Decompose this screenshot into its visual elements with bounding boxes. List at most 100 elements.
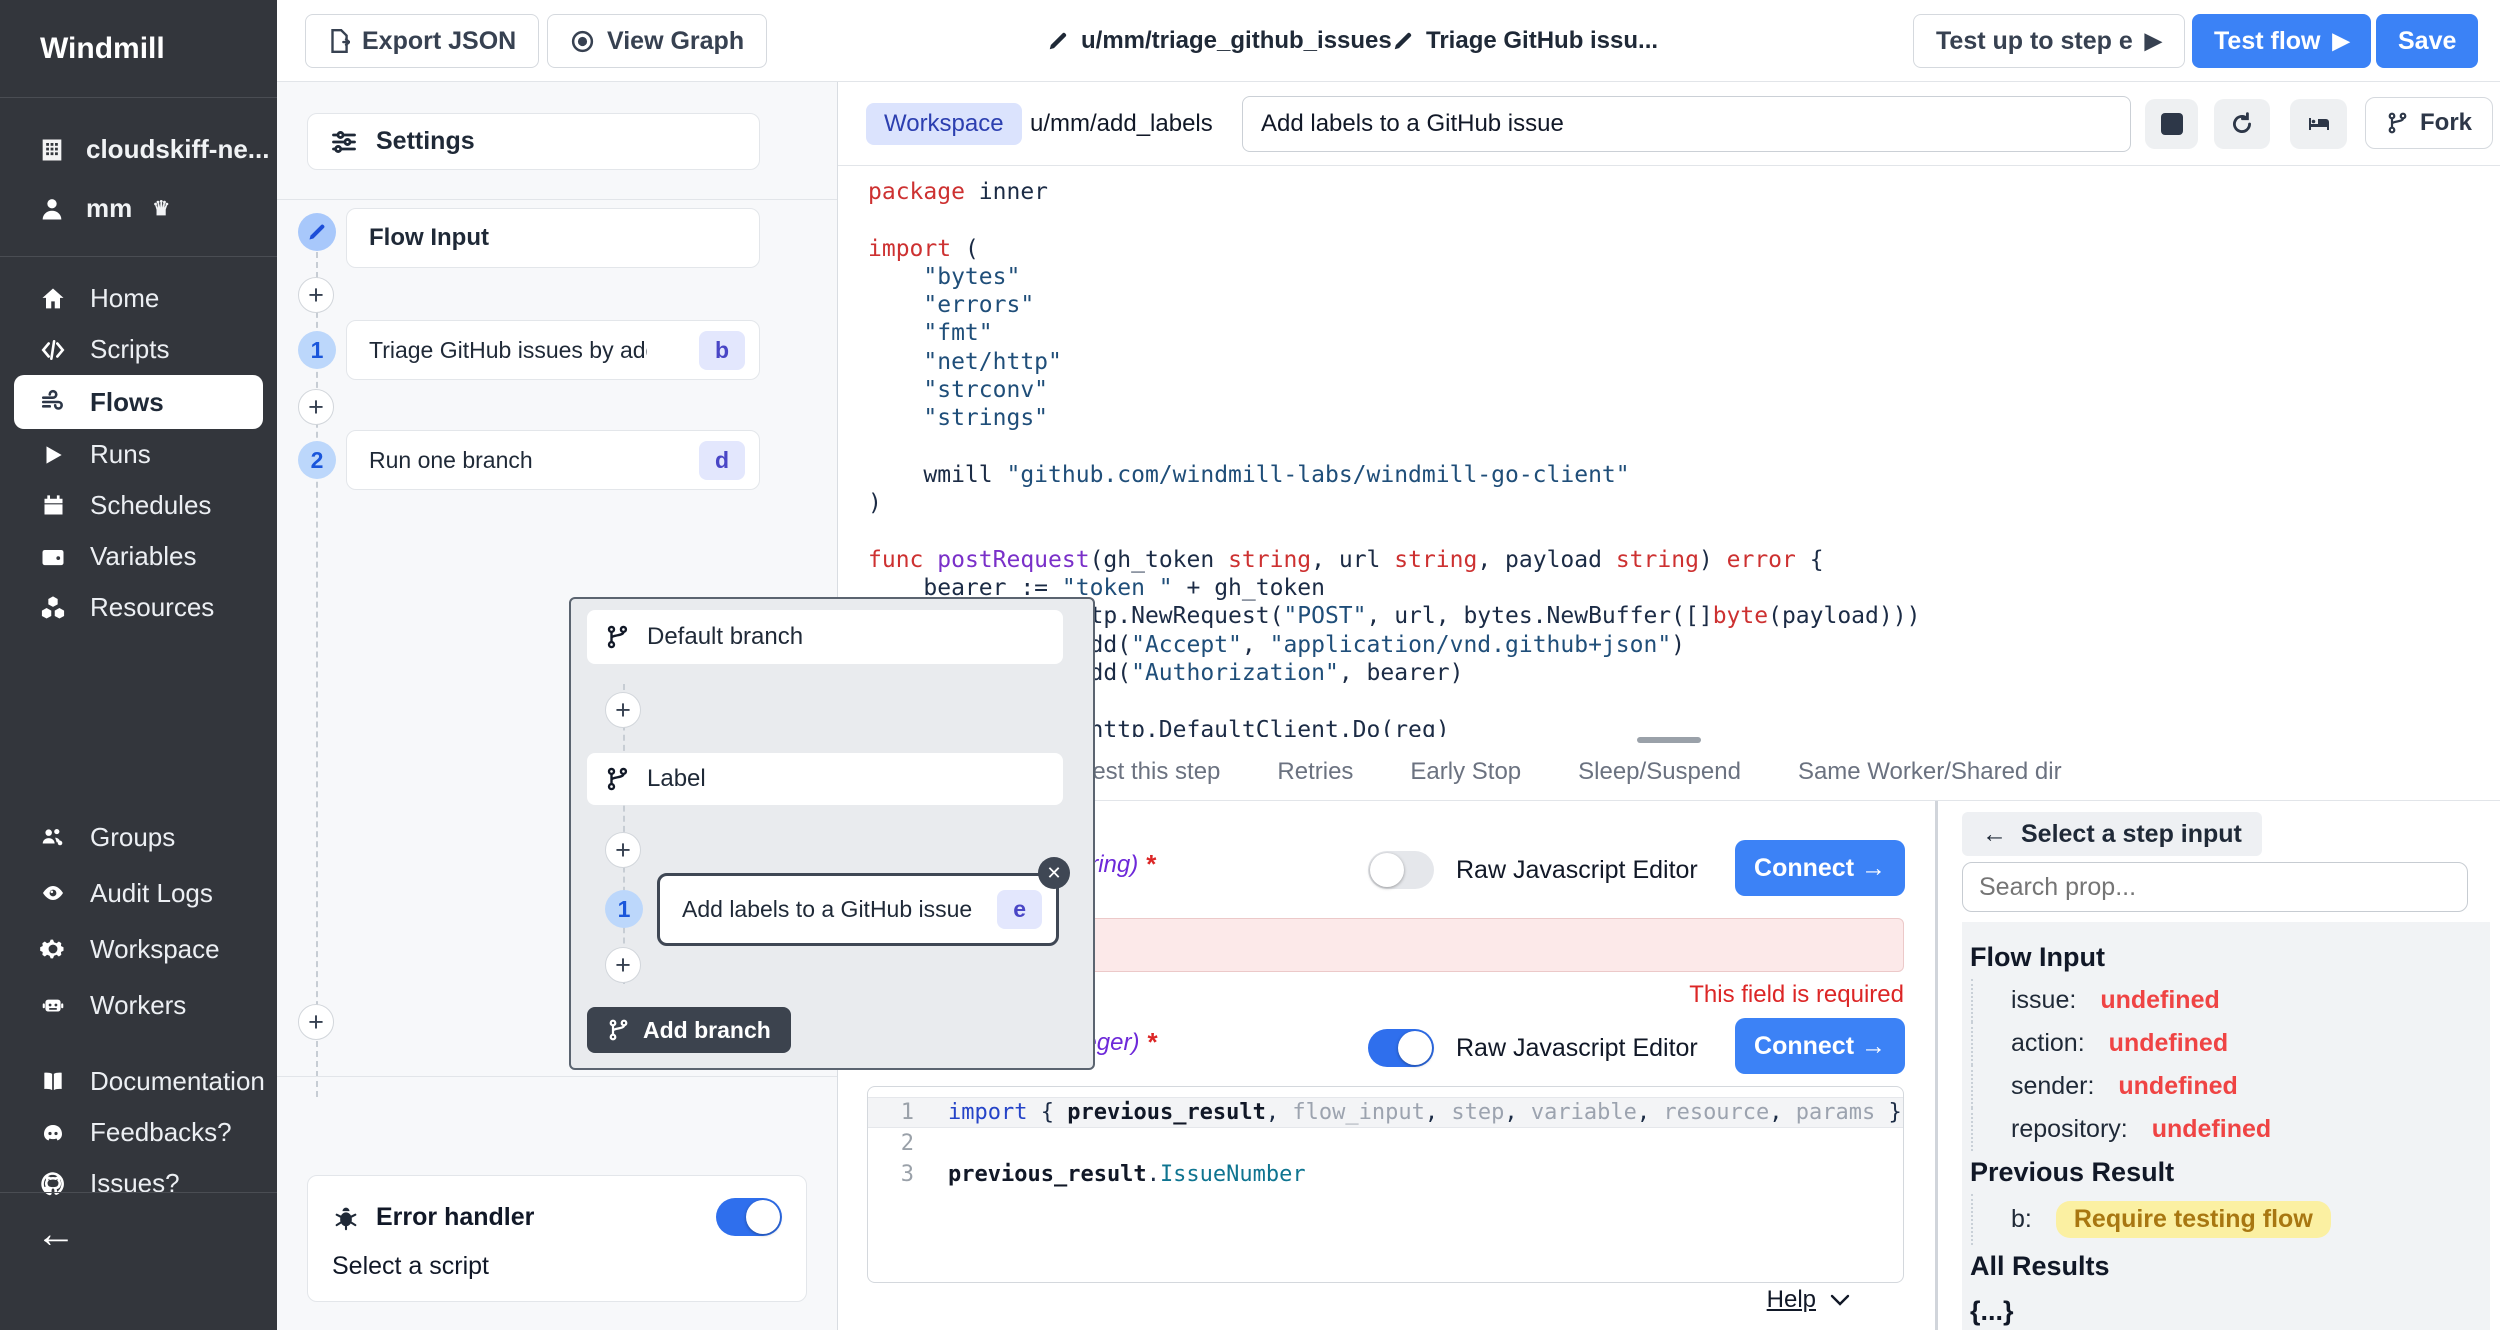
sidebar-item-schedules[interactable]: Schedules: [0, 480, 277, 531]
divider: [277, 199, 837, 200]
default-branch-card[interactable]: Default branch: [587, 610, 1063, 664]
raw-js-toggle[interactable]: [1368, 851, 1434, 889]
settings-sliders-icon: [330, 128, 358, 156]
panel-resize-handle[interactable]: [1637, 737, 1701, 743]
sidebar-item-feedbacks[interactable]: Feedbacks?: [0, 1107, 277, 1158]
flow-settings-button[interactable]: Settings: [307, 113, 760, 170]
test-flow-button[interactable]: Test flow ▶: [2192, 14, 2371, 68]
view-graph-button[interactable]: View Graph: [547, 14, 767, 68]
add-step-button[interactable]: +: [298, 1004, 334, 1040]
nav-help: Documentation Feedbacks? Issues?: [0, 1056, 277, 1209]
tab-early-stop[interactable]: Early Stop: [1410, 744, 1521, 800]
js-line: 2: [868, 1128, 1903, 1159]
add-step-button[interactable]: +: [298, 389, 334, 425]
add-branch-step-button[interactable]: +: [605, 947, 641, 983]
search-prop-input[interactable]: [1962, 862, 2468, 912]
user-selector[interactable]: mm ♛: [0, 179, 277, 238]
fork-button[interactable]: Fork: [2365, 97, 2493, 149]
raw-js-row: Raw Javascript Editor: [1368, 1029, 1698, 1067]
github-icon: [38, 1170, 68, 1198]
prop-sender[interactable]: sender: undefined: [1971, 1065, 2484, 1108]
topbar: Export JSON View Graph u/mm/triage_githu…: [277, 0, 2500, 82]
all-results-value[interactable]: {...}: [1968, 1288, 2484, 1327]
workspace-switcher: cloudskiff-ne... mm ♛: [0, 98, 277, 257]
workspace-selector[interactable]: cloudskiff-ne...: [0, 120, 277, 179]
pencil-icon: [1047, 30, 1069, 52]
sidebar-item-scripts[interactable]: Scripts: [0, 324, 277, 375]
collapse-sidebar-button[interactable]: ←: [36, 1212, 76, 1257]
js-line: 3 previous_result.IssueNumber: [868, 1159, 1903, 1190]
bed-icon: [2304, 112, 2334, 136]
flow-title-breadcrumb[interactable]: Triage GitHub issu...: [1392, 0, 1658, 82]
export-icon: [328, 28, 350, 54]
step-number: 1: [605, 890, 643, 928]
add-branch-step-button[interactable]: +: [605, 692, 641, 728]
label-branch-card[interactable]: Label: [587, 753, 1063, 805]
step-number: 1: [298, 331, 336, 369]
sidebar-item-audit-logs[interactable]: Audit Logs: [0, 865, 277, 921]
crown-icon: ♛: [152, 196, 170, 221]
form-inspector-divider[interactable]: [1935, 801, 1938, 1330]
raw-js-toggle[interactable]: [1368, 1029, 1434, 1067]
tab-sleep-suspend[interactable]: Sleep/Suspend: [1578, 744, 1741, 800]
sidebar-item-documentation[interactable]: Documentation: [0, 1056, 277, 1107]
sidebar-item-workers[interactable]: Workers: [0, 977, 277, 1033]
add-branch-step-button[interactable]: +: [605, 832, 641, 868]
sidebar-item-resources[interactable]: Resources: [0, 582, 277, 633]
prop-repository[interactable]: repository: undefined: [1971, 1108, 2484, 1151]
error-handler-card[interactable]: Error handler Select a script: [307, 1175, 807, 1302]
flow-input-node-icon[interactable]: [298, 213, 336, 251]
remove-step-button[interactable]: ✕: [1038, 857, 1070, 889]
sidebar-divider: [0, 1192, 277, 1193]
play-icon: ▶: [2332, 28, 2349, 54]
step-card-d[interactable]: Run one branch d: [346, 430, 760, 490]
export-json-button[interactable]: Export JSON: [305, 14, 539, 68]
connect-button[interactable]: Connect →: [1735, 840, 1905, 896]
sidebar-item-flows[interactable]: Flows: [14, 375, 263, 429]
flow-steps-panel: Settings Flow Input + 1 Triage GitHub is…: [277, 82, 838, 1330]
refresh-button[interactable]: [2214, 99, 2270, 149]
sidebar-item-issues[interactable]: Issues?: [0, 1158, 277, 1209]
arrow-left-icon: ←: [1982, 820, 2007, 849]
flow-input-heading: Flow Input: [1968, 936, 2484, 979]
branch-icon: [605, 766, 631, 792]
error-handler-toggle[interactable]: [716, 1198, 782, 1236]
js-expression-editor[interactable]: 1 import { previous_result, flow_input, …: [867, 1086, 1904, 1283]
step-id-badge: b: [699, 331, 745, 370]
test-up-to-step-button[interactable]: Test up to step e ▶: [1913, 14, 2185, 68]
username: mm: [86, 193, 132, 224]
play-icon: ▶: [2145, 28, 2162, 54]
sidebar-item-groups[interactable]: Groups: [0, 809, 277, 865]
step-card-b[interactable]: Triage GitHub issues by adding labels ..…: [346, 320, 760, 380]
prop-issue[interactable]: issue: undefined: [1971, 979, 2484, 1022]
step-input-inspector: ← Select a step input Flow Input issue: …: [1945, 801, 2500, 1330]
sidebar-item-variables[interactable]: Variables: [0, 531, 277, 582]
breadcrumb[interactable]: u/mm/triage_github_issues: [1047, 0, 1392, 82]
save-button[interactable]: Save: [2376, 14, 2478, 68]
graph-icon: [570, 29, 595, 54]
step-number: 2: [298, 441, 336, 479]
add-step-button[interactable]: +: [298, 277, 334, 313]
stop-icon: [2161, 113, 2183, 135]
connect-button[interactable]: Connect →: [1735, 1018, 1905, 1074]
tab-retries[interactable]: Retries: [1277, 744, 1353, 800]
sidebar-item-home[interactable]: Home: [0, 273, 277, 324]
flow-input-card[interactable]: Flow Input: [346, 208, 760, 268]
bed-icon-button[interactable]: [2290, 99, 2347, 149]
add-branch-button[interactable]: Add branch: [587, 1007, 791, 1053]
select-step-input-button[interactable]: ← Select a step input: [1962, 812, 2262, 856]
step-summary-input[interactable]: [1242, 96, 2131, 152]
selected-step-card-e[interactable]: Add labels to a GitHub issue e: [657, 873, 1059, 946]
nav-main: Home Scripts Flows Runs Schedules Variab…: [0, 273, 277, 633]
tab-test-this-step[interactable]: Test this step: [1080, 744, 1220, 800]
prop-action[interactable]: action: undefined: [1971, 1022, 2484, 1065]
sidebar-item-workspace[interactable]: Workspace: [0, 921, 277, 977]
building-icon: [38, 136, 66, 164]
stop-button[interactable]: [2145, 99, 2198, 149]
error-handler-script[interactable]: Select a script: [332, 1252, 782, 1281]
sidebar-item-runs[interactable]: Runs: [0, 429, 277, 480]
help-link[interactable]: Help: [1767, 1286, 1850, 1314]
tab-same-worker[interactable]: Same Worker/Shared dir: [1798, 744, 2062, 800]
branch-icon: [607, 1018, 631, 1042]
prop-b[interactable]: b: Require testing flow: [1971, 1194, 2484, 1245]
